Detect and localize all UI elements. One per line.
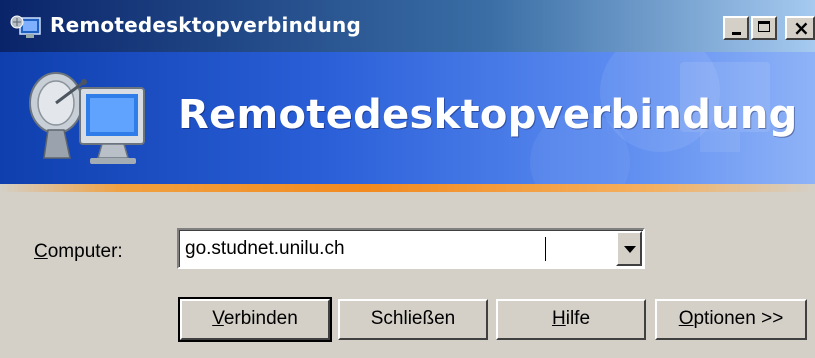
computer-label-text: omputer: bbox=[47, 241, 123, 262]
computer-label-accelerator: C bbox=[34, 241, 48, 262]
close-dialog-button-label: Schließen bbox=[370, 308, 456, 329]
computer-input[interactable] bbox=[185, 236, 605, 262]
computer-combobox[interactable] bbox=[177, 228, 645, 269]
options-button[interactable]: Optionen >> bbox=[655, 299, 807, 340]
banner-title: Remotedesktopverbindung bbox=[178, 92, 798, 138]
maximize-button[interactable] bbox=[751, 16, 777, 40]
minimize-button[interactable] bbox=[723, 16, 749, 40]
help-button[interactable]: Hilfe bbox=[496, 299, 646, 340]
connect-button[interactable]: Verbinden bbox=[178, 297, 332, 342]
options-button-label: ptionen >> bbox=[693, 308, 784, 329]
help-button-accelerator: H bbox=[551, 308, 566, 329]
header-banner: Remotedesktopverbindung bbox=[0, 52, 815, 190]
minimize-icon bbox=[732, 32, 741, 35]
remote-desktop-window: Remotedesktopverbindung × Remotedesktopv… bbox=[0, 0, 815, 358]
remote-desktop-icon bbox=[10, 15, 41, 38]
options-button-accelerator: O bbox=[678, 308, 694, 329]
connect-button-label: erbinden bbox=[223, 308, 298, 329]
banner-divider bbox=[0, 184, 815, 192]
help-button-label: ilfe bbox=[565, 308, 591, 329]
combobox-dropdown-button[interactable] bbox=[616, 231, 642, 266]
computer-label: Computer: bbox=[34, 241, 123, 263]
maximize-icon bbox=[758, 21, 770, 32]
title-bar[interactable]: Remotedesktopverbindung × bbox=[0, 0, 815, 52]
text-caret bbox=[545, 237, 546, 261]
connect-button-accelerator: V bbox=[212, 308, 224, 329]
close-dialog-button[interactable]: Schließen bbox=[338, 299, 488, 340]
chevron-down-icon bbox=[624, 246, 636, 253]
window-title: Remotedesktopverbindung bbox=[50, 13, 361, 37]
close-button[interactable]: × bbox=[785, 16, 815, 40]
close-icon: × bbox=[793, 16, 810, 40]
remote-desktop-logo bbox=[29, 72, 145, 164]
